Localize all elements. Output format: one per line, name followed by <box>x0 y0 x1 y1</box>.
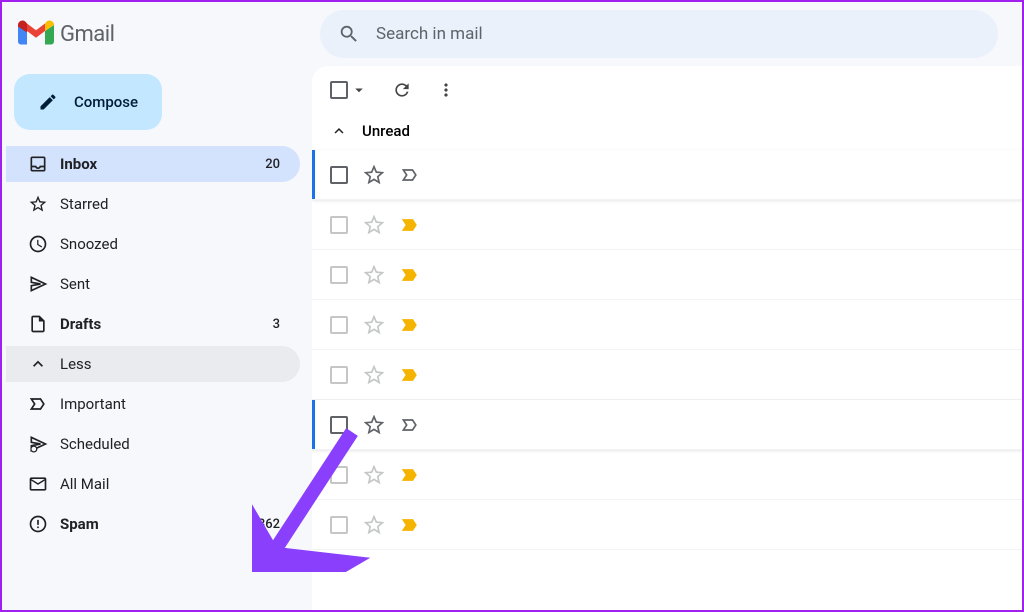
sidebar-item-label: Scheduled <box>60 435 280 453</box>
caret-down-icon <box>350 81 368 99</box>
star-icon[interactable] <box>364 365 384 385</box>
star-icon[interactable] <box>364 515 384 535</box>
row-checkbox[interactable] <box>330 166 348 184</box>
sidebar-item-label: Drafts <box>60 315 273 333</box>
pencil-icon <box>38 92 58 112</box>
starred-icon <box>28 194 48 214</box>
email-list <box>312 150 1022 610</box>
sidebar-item-less[interactable]: Less <box>6 346 300 382</box>
sidebar-item-starred[interactable]: Starred <box>6 186 300 222</box>
importance-icon[interactable] <box>400 215 420 235</box>
row-checkbox[interactable] <box>330 316 348 334</box>
importance-icon[interactable] <box>400 265 420 285</box>
sidebar-item-snoozed[interactable]: Snoozed <box>6 226 300 262</box>
sidebar-item-count: 20 <box>265 157 280 172</box>
sidebar-item-scheduled[interactable]: Scheduled <box>6 426 300 462</box>
refresh-icon <box>392 80 412 100</box>
more-vert-icon <box>436 80 456 100</box>
row-checkbox[interactable] <box>330 366 348 384</box>
email-row[interactable] <box>312 300 1022 350</box>
sent-icon <box>28 274 48 294</box>
star-icon[interactable] <box>364 415 384 435</box>
refresh-button[interactable] <box>392 80 412 100</box>
drafts-icon <box>28 314 48 334</box>
select-all-checkbox[interactable] <box>330 81 348 99</box>
sidebar-item-label: Inbox <box>60 155 265 173</box>
compose-label: Compose <box>74 93 138 111</box>
email-row[interactable] <box>312 150 1022 200</box>
sidebar-item-count: 3 <box>273 317 280 332</box>
email-row[interactable] <box>312 250 1022 300</box>
importance-icon[interactable] <box>400 465 420 485</box>
sidebar-item-label: Less <box>60 355 280 373</box>
star-icon[interactable] <box>364 315 384 335</box>
importance-icon[interactable] <box>400 315 420 335</box>
gmail-logo-icon <box>18 20 54 48</box>
allmail-icon <box>28 474 48 494</box>
toolbar <box>312 66 1022 114</box>
logo-area[interactable]: Gmail <box>10 20 320 48</box>
email-row[interactable] <box>312 500 1022 550</box>
sidebar-item-label: Sent <box>60 275 280 293</box>
sidebar-item-label: Spam <box>60 515 258 533</box>
sidebar-item-drafts[interactable]: Drafts3 <box>6 306 300 342</box>
importance-icon[interactable] <box>400 165 420 185</box>
section-header[interactable]: Unread <box>312 114 1022 150</box>
importance-icon[interactable] <box>400 365 420 385</box>
star-icon[interactable] <box>364 165 384 185</box>
email-row[interactable] <box>312 200 1022 250</box>
main-layout: Compose Inbox20StarredSnoozedSentDrafts3… <box>2 66 1022 610</box>
search-bar[interactable] <box>320 10 998 58</box>
row-checkbox[interactable] <box>330 466 348 484</box>
star-icon[interactable] <box>364 465 384 485</box>
row-checkbox[interactable] <box>330 266 348 284</box>
spam-icon <box>28 514 48 534</box>
star-icon[interactable] <box>364 265 384 285</box>
sidebar-item-label: All Mail <box>60 475 280 493</box>
sidebar: Compose Inbox20StarredSnoozedSentDrafts3… <box>2 66 312 610</box>
scheduled-icon <box>28 434 48 454</box>
app-name: Gmail <box>60 22 114 47</box>
more-button[interactable] <box>436 80 456 100</box>
content-panel: Unread <box>312 66 1022 610</box>
sidebar-item-label: Important <box>60 395 280 413</box>
importance-icon[interactable] <box>400 515 420 535</box>
section-label: Unread <box>362 122 410 140</box>
row-checkbox[interactable] <box>330 216 348 234</box>
sidebar-item-label: Starred <box>60 195 280 213</box>
snoozed-icon <box>28 234 48 254</box>
importance-icon[interactable] <box>400 415 420 435</box>
row-checkbox[interactable] <box>330 416 348 434</box>
chevron-up-icon <box>330 122 348 140</box>
important-icon <box>28 394 48 414</box>
sidebar-item-important[interactable]: Important <box>6 386 300 422</box>
search-icon <box>338 23 360 45</box>
email-row[interactable] <box>312 350 1022 400</box>
sidebar-item-inbox[interactable]: Inbox20 <box>6 146 300 182</box>
sidebar-item-label: Snoozed <box>60 235 280 253</box>
email-row[interactable] <box>312 400 1022 450</box>
inbox-icon <box>28 154 48 174</box>
compose-button[interactable]: Compose <box>14 74 162 130</box>
app-header: Gmail <box>2 2 1022 66</box>
sidebar-item-count: 362 <box>258 517 280 532</box>
row-checkbox[interactable] <box>330 516 348 534</box>
search-input[interactable] <box>376 24 980 44</box>
less-icon <box>28 354 48 374</box>
star-icon[interactable] <box>364 215 384 235</box>
sidebar-item-sent[interactable]: Sent <box>6 266 300 302</box>
sidebar-item-allmail[interactable]: All Mail <box>6 466 300 502</box>
select-all-dropdown[interactable] <box>330 81 368 99</box>
email-row[interactable] <box>312 450 1022 500</box>
sidebar-item-spam[interactable]: Spam362 <box>6 506 300 542</box>
